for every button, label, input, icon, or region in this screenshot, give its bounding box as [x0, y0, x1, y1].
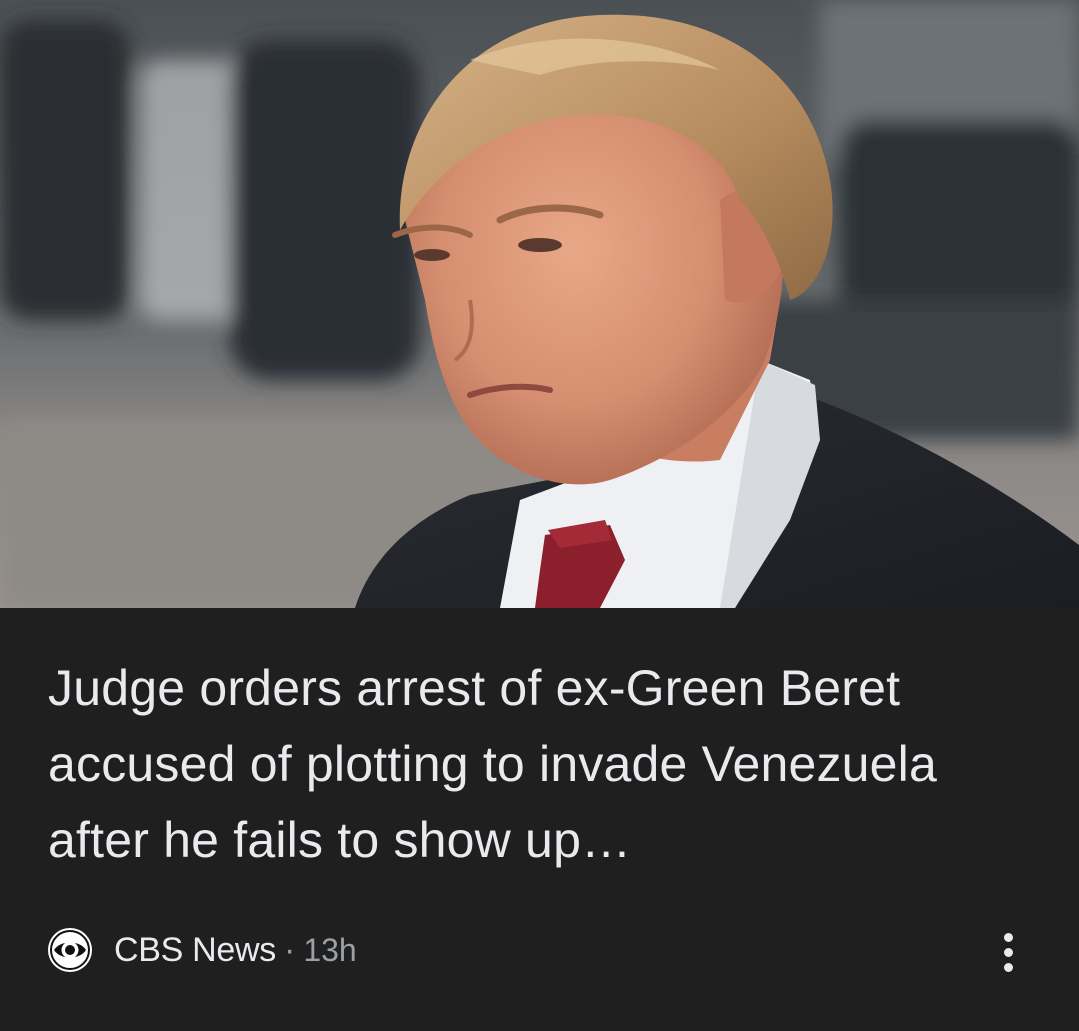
article-image[interactable]	[0, 0, 1079, 608]
article-meta: CBS News · 13h	[48, 926, 357, 974]
more-vert-icon-dot	[1003, 962, 1013, 972]
more-vert-icon	[1003, 932, 1013, 942]
meta-separator: ·	[283, 930, 296, 969]
cbs-eye-logo-icon	[48, 928, 92, 972]
news-card[interactable]: Judge orders arrest of ex-Green Beret ac…	[0, 0, 1079, 1031]
more-options-button[interactable]	[984, 924, 1032, 980]
more-vert-icon-dot	[1003, 947, 1013, 957]
article-headline[interactable]: Judge orders arrest of ex-Green Beret ac…	[48, 650, 1038, 878]
article-age: 13h	[303, 931, 357, 968]
source-name: CBS News	[114, 930, 276, 969]
